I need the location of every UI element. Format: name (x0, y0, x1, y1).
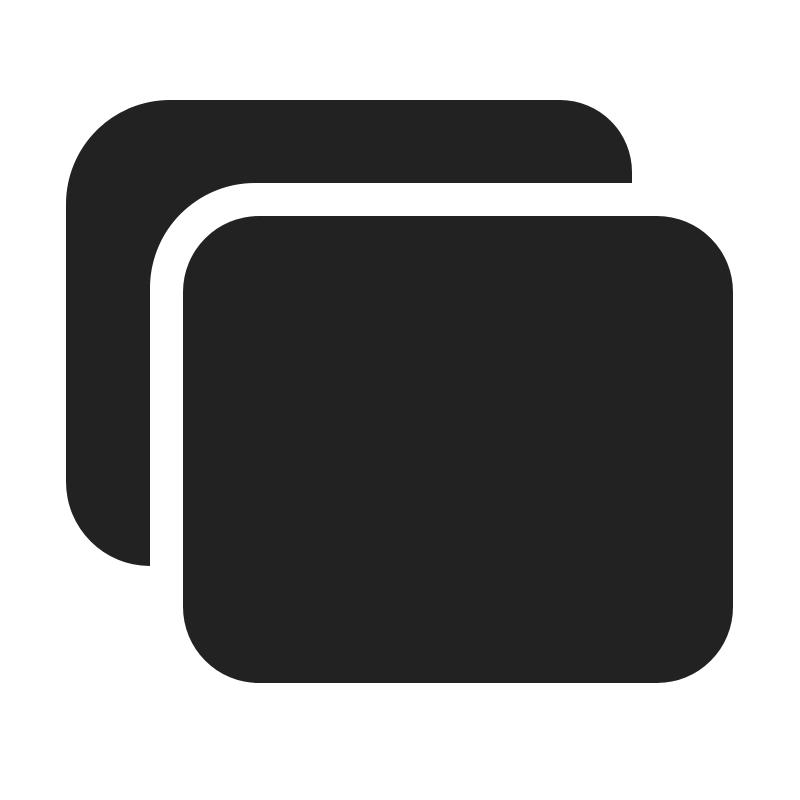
icon-canvas (0, 0, 800, 800)
front-window-shape (183, 216, 733, 683)
window-stack-icon (66, 100, 733, 683)
